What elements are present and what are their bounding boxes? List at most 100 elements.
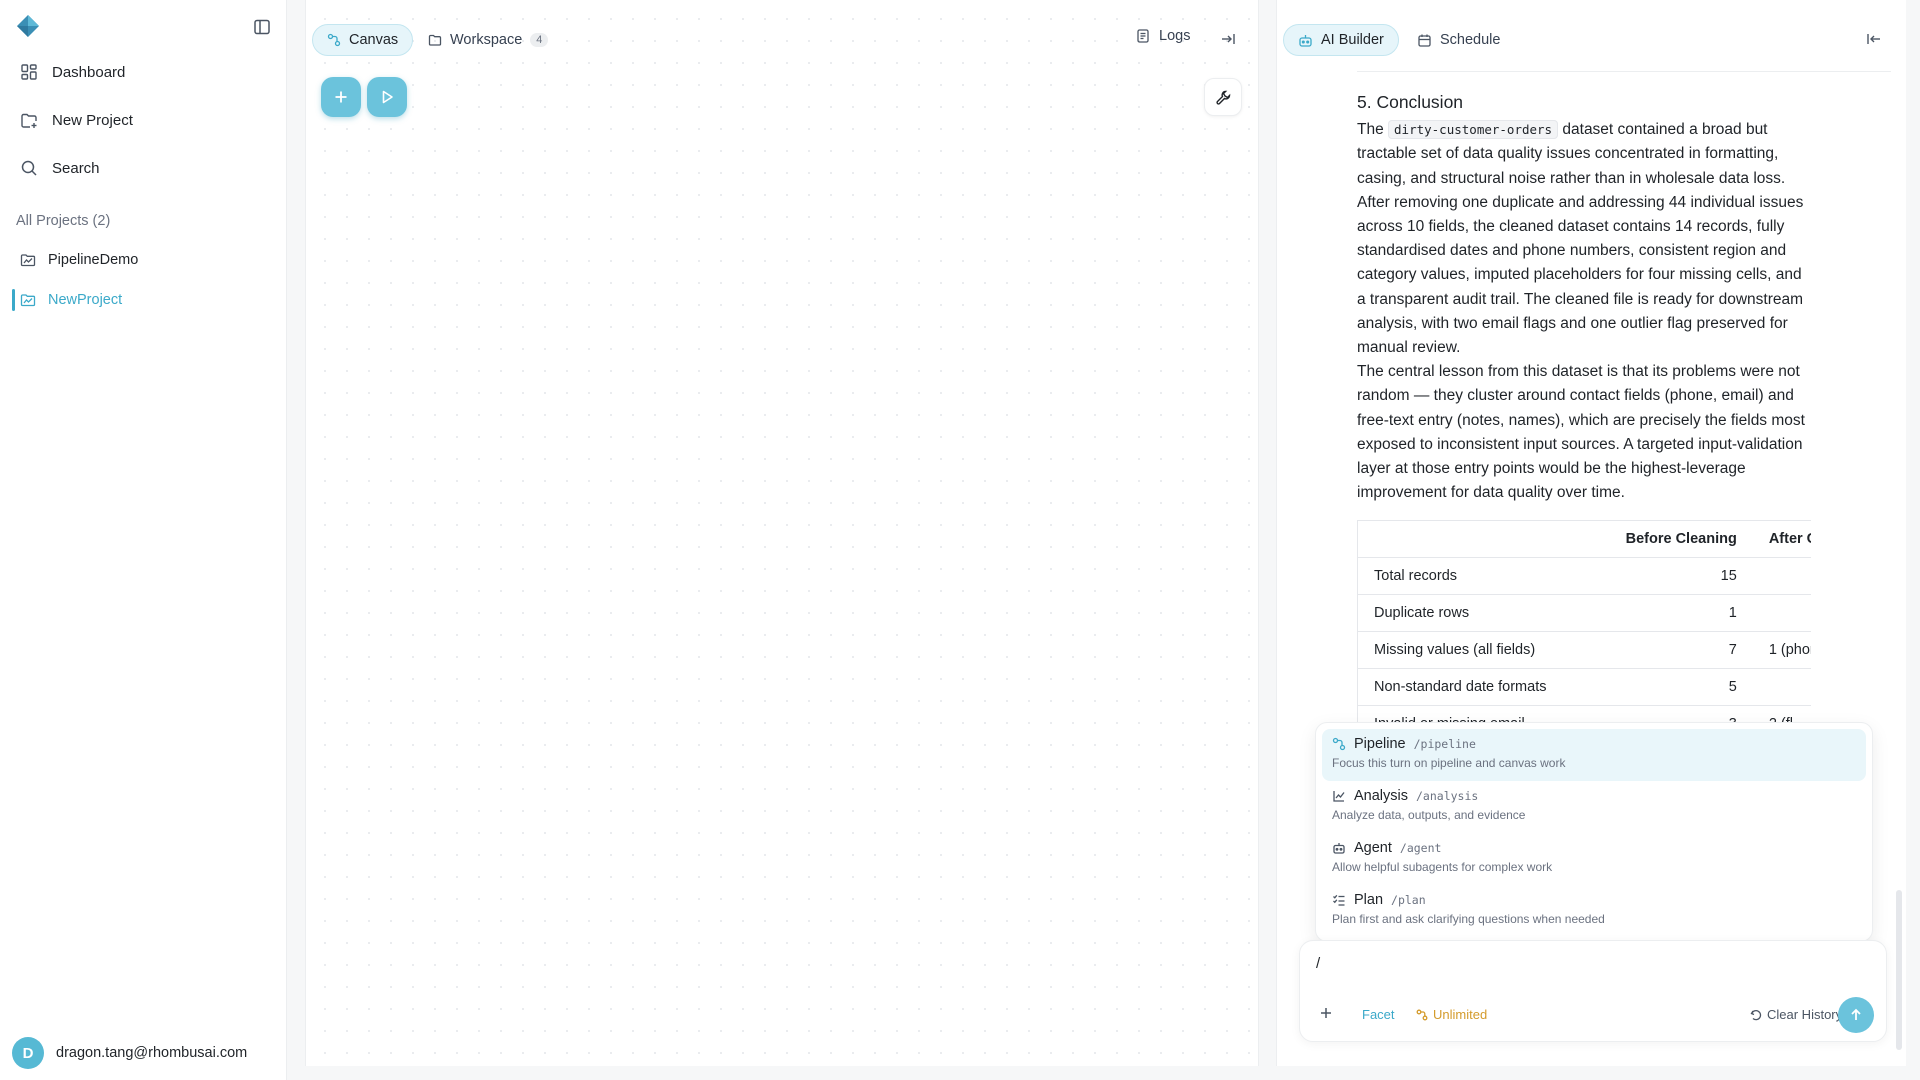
- bot-icon: [1333, 843, 1345, 854]
- project-label: PipelineDemo: [48, 252, 139, 268]
- sidebar-item-label: Dashboard: [52, 63, 126, 81]
- command-item-analysis[interactable]: Analysis /analysis Analyze data, outputs…: [1322, 781, 1866, 833]
- chat-scrollbar[interactable]: [1896, 890, 1902, 1050]
- logs-button[interactable]: Logs: [1135, 28, 1190, 44]
- projects-section-label: All Projects (2): [16, 213, 111, 229]
- clear-history-label: Clear History: [1767, 1007, 1843, 1022]
- sidebar-item-new-project[interactable]: New Project: [20, 106, 133, 134]
- add-node-button[interactable]: [321, 77, 361, 117]
- undo-icon: [1750, 1009, 1762, 1020]
- table-header: After Clean: [1752, 520, 1811, 558]
- command-shortcut: /pipeline: [1413, 737, 1476, 751]
- new-project-icon: [21, 113, 37, 128]
- command-description: Analyze data, outputs, and evidence: [1332, 808, 1526, 822]
- unlimited-label: Unlimited: [1433, 1007, 1488, 1022]
- pipeline-icon: [327, 33, 341, 47]
- ai-builder-panel: AI Builder Schedule 5. Conclusion The di…: [1276, 0, 1906, 1066]
- command-description: Focus this turn on pipeline and canvas w…: [1332, 756, 1566, 770]
- tab-canvas[interactable]: Canvas: [312, 24, 414, 56]
- sidebar: Dashboard New Project Search All Project…: [0, 0, 287, 1080]
- table-cell: 15: [1590, 557, 1753, 595]
- logs-icon: [1137, 29, 1149, 43]
- tab-label: Schedule: [1440, 32, 1501, 48]
- folder-icon: [428, 34, 442, 46]
- table-cell: Non-standard date formats: [1357, 668, 1591, 706]
- command-shortcut: /analysis: [1416, 789, 1479, 803]
- table-row: Invalid or missing email32 (fl: [1357, 705, 1811, 722]
- link-icon: [1416, 1009, 1428, 1020]
- conclusion-paragraph-2: The central lesson from this dataset is …: [1357, 363, 1805, 502]
- run-pipeline-button[interactable]: [367, 77, 407, 117]
- table-cell: 1: [1590, 594, 1753, 632]
- user-account[interactable]: D dragon.tang@rhombusai.com: [12, 1037, 247, 1069]
- app-logo-icon[interactable]: [16, 14, 40, 38]
- attach-plus-icon[interactable]: [1316, 1003, 1336, 1023]
- tab-workspace[interactable]: Workspace 4: [414, 24, 562, 56]
- send-button[interactable]: [1838, 997, 1874, 1033]
- tab-schedule[interactable]: Schedule: [1403, 24, 1514, 56]
- tools-button[interactable]: [1204, 78, 1242, 116]
- wrench-icon: [1215, 90, 1230, 105]
- sidebar-item-search[interactable]: Search: [20, 154, 100, 182]
- checklist-icon: [1333, 894, 1345, 906]
- command-title: Plan: [1354, 892, 1384, 908]
- chat-input[interactable]: [1316, 955, 1856, 972]
- tab-label: AI Builder: [1321, 32, 1384, 48]
- command-item-pipeline[interactable]: Pipeline /pipeline Focus this turn on pi…: [1322, 729, 1866, 781]
- command-item-plan[interactable]: Plan /plan Plan first and ask clarifying…: [1322, 885, 1866, 937]
- command-shortcut: /plan: [1391, 893, 1426, 907]
- assistant-message: 5. Conclusion The dirty-customer-orders …: [1357, 90, 1809, 505]
- table-cell: Invalid or missing email: [1357, 705, 1591, 722]
- table-row: Total records 15: [1357, 557, 1811, 595]
- table-cell: 1 (phone o: [1752, 631, 1811, 669]
- conclusion-paragraph-1: The dirty-customer-orders dataset contai…: [1357, 118, 1809, 360]
- command-description: Plan first and ask clarifying questions …: [1332, 912, 1605, 926]
- section-heading: 5. Conclusion: [1357, 92, 1464, 112]
- table-cell: 2 (fl: [1752, 705, 1811, 722]
- canvas-panel[interactable]: Canvas Workspace 4 Logs: [305, 0, 1259, 1066]
- collapse-panel-icon[interactable]: [1865, 30, 1883, 48]
- bot-icon: [1299, 34, 1312, 47]
- chat-composer: Facet Unlimited Clear History: [1299, 940, 1887, 1042]
- calendar-icon: [1418, 34, 1431, 47]
- arrow-up-icon: [1851, 1008, 1861, 1020]
- summary-table-container[interactable]: Before Cleaning After Clean Total record…: [1357, 520, 1811, 722]
- table-cell: [1752, 668, 1811, 706]
- sidebar-project-newproject[interactable]: NewProject: [20, 287, 122, 313]
- workspace-count-badge: 4: [530, 33, 549, 47]
- table-header: [1357, 520, 1591, 558]
- paragraph-text: The: [1357, 121, 1384, 139]
- plus-icon: [335, 91, 347, 103]
- command-description: Allow helpful subagents for complex work: [1332, 860, 1553, 874]
- avatar: D: [12, 1037, 44, 1069]
- sidebar-item-label: New Project: [52, 111, 133, 129]
- logs-label: Logs: [1159, 28, 1191, 44]
- facet-button[interactable]: Facet: [1362, 1007, 1395, 1022]
- table-cell: Duplicate rows: [1357, 594, 1591, 632]
- command-shortcut: /agent: [1399, 841, 1442, 855]
- search-icon: [21, 160, 37, 176]
- clear-history-button[interactable]: Clear History: [1750, 1007, 1842, 1022]
- table-cell: 5: [1590, 668, 1753, 706]
- tab-label: Workspace: [450, 32, 523, 48]
- dataset-name-code: dirty-customer-orders: [1388, 120, 1559, 140]
- sidebar-collapse-icon[interactable]: [252, 17, 272, 37]
- sidebar-project-pipelinedemo[interactable]: PipelineDemo: [20, 247, 138, 273]
- table-row: Non-standard date formats 5: [1357, 668, 1811, 706]
- tab-ai-builder[interactable]: AI Builder: [1283, 24, 1399, 56]
- active-project-indicator: [12, 289, 15, 311]
- play-icon: [382, 90, 393, 104]
- table-row: Missing values (all fields)71 (phone o: [1357, 631, 1811, 669]
- unlimited-button[interactable]: Unlimited: [1416, 1007, 1487, 1022]
- summary-table: Before Cleaning After Clean Total record…: [1357, 520, 1811, 722]
- sidebar-item-dashboard[interactable]: Dashboard: [20, 58, 125, 86]
- pipeline-icon: [1332, 737, 1346, 751]
- table-cell: [1752, 594, 1811, 632]
- table-header-row: Before Cleaning After Clean: [1357, 520, 1811, 558]
- tab-label: Canvas: [349, 32, 399, 48]
- sidebar-item-label: Search: [52, 159, 100, 177]
- command-item-agent[interactable]: Agent /agent Allow helpful subagents for…: [1322, 833, 1866, 885]
- table-cell: 3: [1590, 705, 1753, 722]
- expand-panel-icon[interactable]: [1220, 31, 1236, 47]
- project-label: NewProject: [48, 292, 123, 308]
